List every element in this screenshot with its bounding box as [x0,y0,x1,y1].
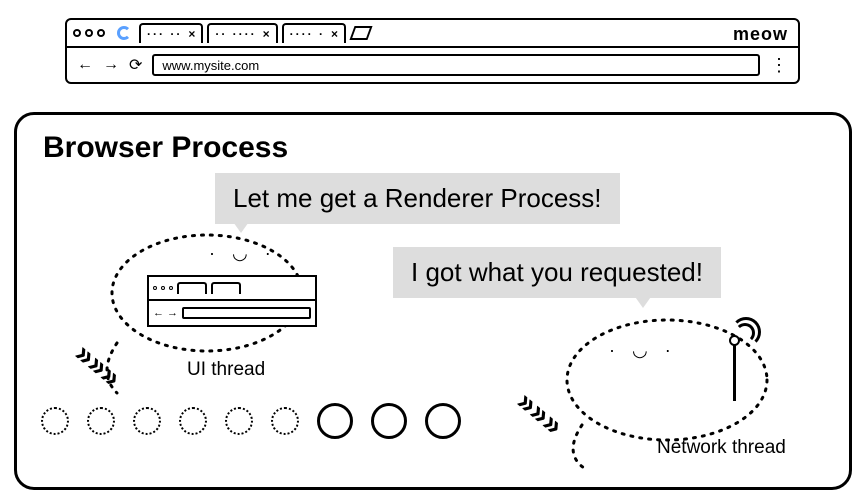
tab-title: ·· ···· [215,27,256,41]
browser-tab[interactable]: ···· · × [282,23,346,43]
tab-title: ··· ·· [147,27,182,41]
chevron-arrows-icon: »»» [514,389,566,437]
data-packet-icon [225,407,253,435]
data-packet-icon [41,407,69,435]
tab-close-icon[interactable]: × [331,27,338,41]
control-dot[interactable] [85,29,93,37]
window-controls[interactable] [73,29,105,37]
new-tab-button[interactable] [349,26,372,40]
process-title: Browser Process [43,131,288,165]
browser-window: ··· ·· × ·· ···· × ···· · × meow ← → ⟳ w… [65,18,800,84]
network-thread-label: Network thread [657,437,786,459]
data-packet-icon [87,407,115,435]
overflow-menu-icon[interactable]: ⋮ [770,62,788,68]
data-packet-icon [271,407,299,435]
url-bar[interactable]: www.mysite.com [152,54,760,76]
reload-button[interactable]: ⟳ [129,55,142,75]
face-icon: · ◡ · [609,340,677,361]
data-packet-icon [425,403,461,439]
loading-spinner-icon [117,26,131,40]
tab-close-icon[interactable]: × [188,27,195,41]
tab-strip: ··· ·· × ·· ···· × ···· · × meow [67,20,798,48]
url-text: www.mysite.com [162,58,259,73]
browser-tab[interactable]: ··· ·· × [139,23,203,43]
chevron-arrows-icon: »»» [72,341,124,389]
back-button[interactable]: ← [77,56,93,74]
mini-browser-icon: ← → [147,275,317,327]
browser-brand: meow [733,24,788,45]
antenna-icon [717,323,757,403]
data-stream [41,403,461,439]
control-dot[interactable] [97,29,105,37]
ui-thread-speech: Let me get a Renderer Process! [215,173,620,224]
tab-title: ···· · [290,27,325,41]
ui-thread-label: UI thread [187,359,265,381]
speech-tail-icon [231,219,251,233]
data-packet-icon [371,403,407,439]
forward-button[interactable]: → [103,56,119,74]
network-thread-speech: I got what you requested! [393,247,721,298]
tab-close-icon[interactable]: × [263,27,270,41]
data-packet-icon [133,407,161,435]
data-packet-icon [179,407,207,435]
toolbar: ← → ⟳ www.mysite.com ⋮ [67,48,798,82]
browser-process-box: Browser Process Let me get a Renderer Pr… [14,112,852,490]
control-dot[interactable] [73,29,81,37]
speech-tail-icon [633,294,653,308]
browser-tab[interactable]: ·· ···· × [207,23,277,43]
face-icon: · ◡ · [209,243,277,264]
data-packet-icon [317,403,353,439]
